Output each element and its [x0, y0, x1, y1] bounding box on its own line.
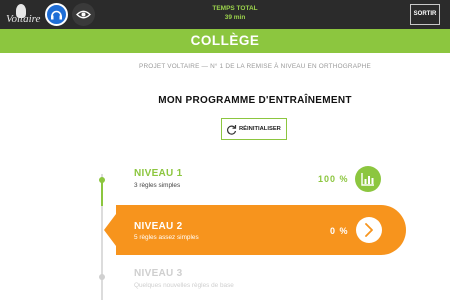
top-bar: Voltaire TEMPS TOTAL 39 min SORTIR [0, 0, 450, 29]
total-time: TEMPS TOTAL 39 min [195, 4, 275, 22]
view-button[interactable] [72, 3, 95, 26]
headset-icon [51, 10, 62, 20]
level-1-progress: 100 % [318, 174, 349, 184]
level-2-title: NIVEAU 2 [134, 221, 183, 232]
level-1-title: NIVEAU 1 [134, 168, 183, 179]
reset-button[interactable]: RÉINITIALISER [221, 118, 287, 140]
total-time-label: TEMPS TOTAL [212, 5, 258, 12]
reset-label: RÉINITIALISER [239, 126, 281, 132]
logout-button[interactable]: SORTIR [410, 4, 440, 25]
level-2-progress: 0 % [330, 226, 349, 236]
level-2-subtitle: 5 règles assez simples [134, 234, 199, 241]
refresh-icon [227, 125, 237, 135]
audio-button[interactable] [45, 3, 68, 26]
page-title: COLLÈGE [190, 33, 260, 48]
level-2-pointer [104, 214, 116, 246]
tagline: PROJET VOLTAIRE — N° 1 DE LA REMISE À NI… [139, 63, 371, 70]
level-3-subtitle: Quelques nouvelles règles de base [134, 282, 234, 289]
level-2-start-button[interactable] [356, 217, 382, 243]
level-1-dot [99, 177, 105, 183]
level-1-stats-button[interactable] [355, 166, 381, 192]
logo-text: Voltaire [6, 13, 41, 25]
level-1-subtitle: 3 règles simples [134, 182, 181, 189]
program-heading: MON PROGRAMME D'ENTRAÎNEMENT [158, 95, 352, 106]
voltaire-logo: Voltaire [4, 4, 41, 26]
chart-icon [361, 173, 374, 186]
arrow-right-icon [365, 223, 373, 237]
level-3-title: NIVEAU 3 [134, 268, 183, 279]
banner: COLLÈGE [0, 29, 450, 53]
total-time-value: 39 min [224, 14, 246, 21]
level-3-dot [99, 274, 105, 280]
eye-icon [76, 10, 91, 19]
